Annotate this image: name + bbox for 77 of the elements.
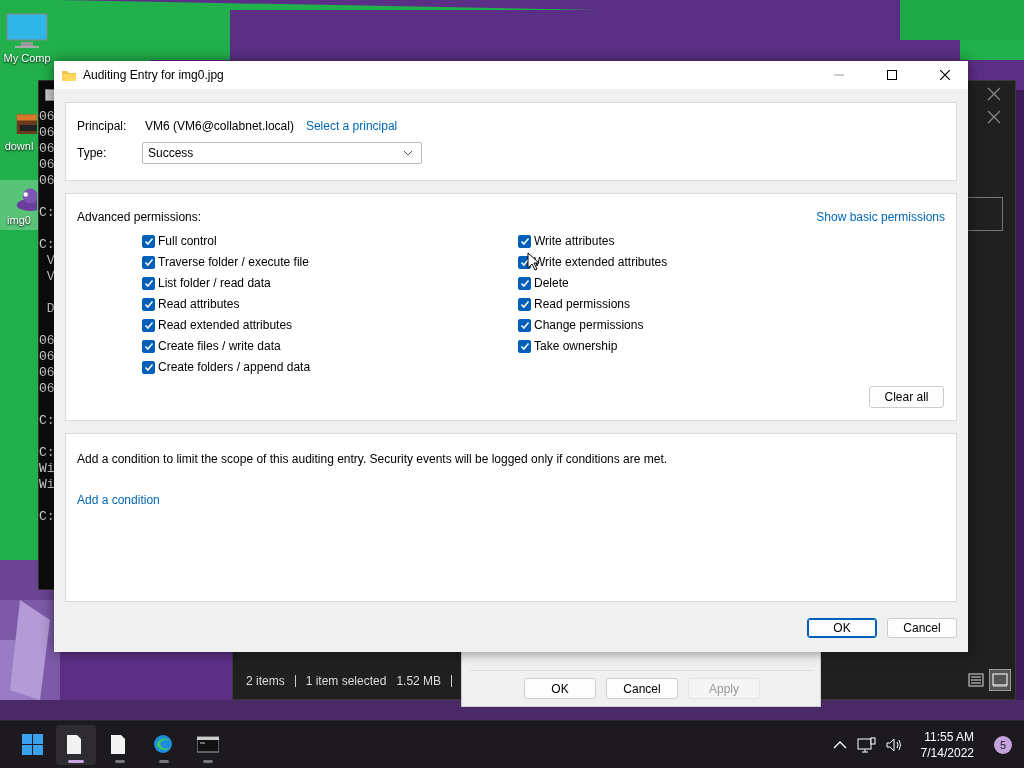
clock[interactable]: 11:55 AM 7/14/2022 — [920, 728, 974, 761]
console-line: Wi — [39, 461, 56, 477]
status-text: 1 item selected — [305, 674, 387, 688]
console-line: 06 — [39, 109, 56, 125]
console-line: V — [45, 253, 56, 269]
checkmark-icon — [519, 236, 530, 246]
console-line: 06 — [39, 333, 56, 349]
network-icon[interactable] — [856, 736, 876, 753]
select-principal-link[interactable]: Select a principal — [305, 119, 398, 133]
add-condition-link[interactable]: Add a condition — [77, 493, 160, 507]
condition-description: Add a condition to limit the scope of this auditing entry. Security events will be logged only if conditions are met. — [77, 452, 669, 466]
volume-icon[interactable] — [885, 736, 903, 753]
checkmark-icon — [143, 362, 154, 372]
maximize-icon — [887, 70, 897, 80]
permission-checkbox[interactable]: Read permissions — [518, 296, 894, 312]
checkmark-icon — [143, 320, 154, 330]
console-line: 06 — [39, 141, 56, 157]
show-basic-permissions-link[interactable]: Show basic permissions — [816, 210, 945, 224]
console-line: 06 — [39, 365, 56, 381]
status-text: 2 items — [246, 674, 285, 688]
console-line: C: — [39, 237, 56, 253]
checkmark-icon — [519, 341, 530, 351]
dialog-button[interactable]: OK — [524, 678, 596, 699]
console-line: V — [45, 269, 56, 285]
checkmark-icon — [519, 299, 530, 309]
field-label: Type: — [77, 146, 108, 160]
console-line: D — [45, 301, 56, 317]
taskbar-app[interactable] — [56, 724, 96, 765]
checkmark-icon — [519, 320, 530, 330]
browser-icon — [153, 734, 175, 755]
console-line: C: — [39, 445, 56, 461]
cancel-button[interactable]: Cancel — [887, 617, 957, 638]
close-icon — [940, 70, 950, 80]
terminal-icon — [197, 734, 219, 755]
permission-checkbox[interactable]: Full control — [142, 233, 518, 249]
permission-checkbox[interactable]: Read attributes — [142, 296, 518, 312]
dialog-button[interactable]: Cancel — [606, 678, 678, 699]
chevron-up-icon[interactable] — [832, 739, 847, 750]
folder-icon — [62, 69, 76, 81]
console-line: C: — [39, 509, 56, 525]
checkmark-icon — [519, 278, 530, 288]
console-line: 06 — [39, 157, 56, 173]
permission-checkbox[interactable]: List folder / read data — [142, 275, 518, 291]
permission-checkbox[interactable]: Take ownership — [518, 338, 894, 354]
permission-checkbox[interactable]: Delete — [518, 275, 894, 291]
permission-checkbox[interactable]: Create folders / append data — [142, 359, 518, 375]
console-line: 06 — [39, 349, 56, 365]
checkmark-icon — [143, 341, 154, 351]
checkmark-icon — [143, 257, 154, 267]
tiles-view-button[interactable] — [989, 669, 1011, 691]
console-line: C: — [39, 205, 56, 221]
permission-checkbox[interactable]: Traverse folder / execute file — [142, 254, 518, 270]
console-line: Wi — [39, 477, 56, 493]
console-line: 06 — [39, 173, 56, 189]
close-icon[interactable] — [987, 110, 1001, 124]
chevron-down-icon — [403, 150, 413, 156]
notification-badge[interactable]: 5 — [994, 735, 1012, 754]
checkmark-icon — [143, 278, 154, 288]
windows-logo-icon — [21, 734, 43, 755]
section-label: Advanced permissions: — [77, 210, 202, 224]
permission-checkbox[interactable]: Write attributes — [518, 233, 894, 249]
field-label: Principal: — [77, 119, 128, 133]
checkmark-icon — [143, 299, 154, 309]
ok-button[interactable]: OK — [807, 617, 877, 638]
permission-checkbox[interactable]: Read extended attributes — [142, 317, 518, 333]
console-line: 06 — [39, 125, 56, 141]
console-line: 06 — [39, 381, 56, 397]
permission-checkbox[interactable]: Change permissions — [518, 317, 894, 333]
principal-value: VM6 (VM6@collabnet.local) — [145, 119, 294, 133]
close-icon[interactable] — [987, 87, 1001, 101]
console-line: C: — [39, 413, 56, 429]
permission-checkbox[interactable]: Create files / write data — [142, 338, 518, 354]
status-text: 1.52 MB — [396, 674, 442, 688]
window-title: Auditing Entry for img0.jpg — [83, 68, 224, 82]
type-dropdown[interactable]: Success — [142, 142, 422, 164]
clear-all-button[interactable]: Clear all — [869, 386, 944, 408]
checkmark-icon — [143, 236, 154, 246]
